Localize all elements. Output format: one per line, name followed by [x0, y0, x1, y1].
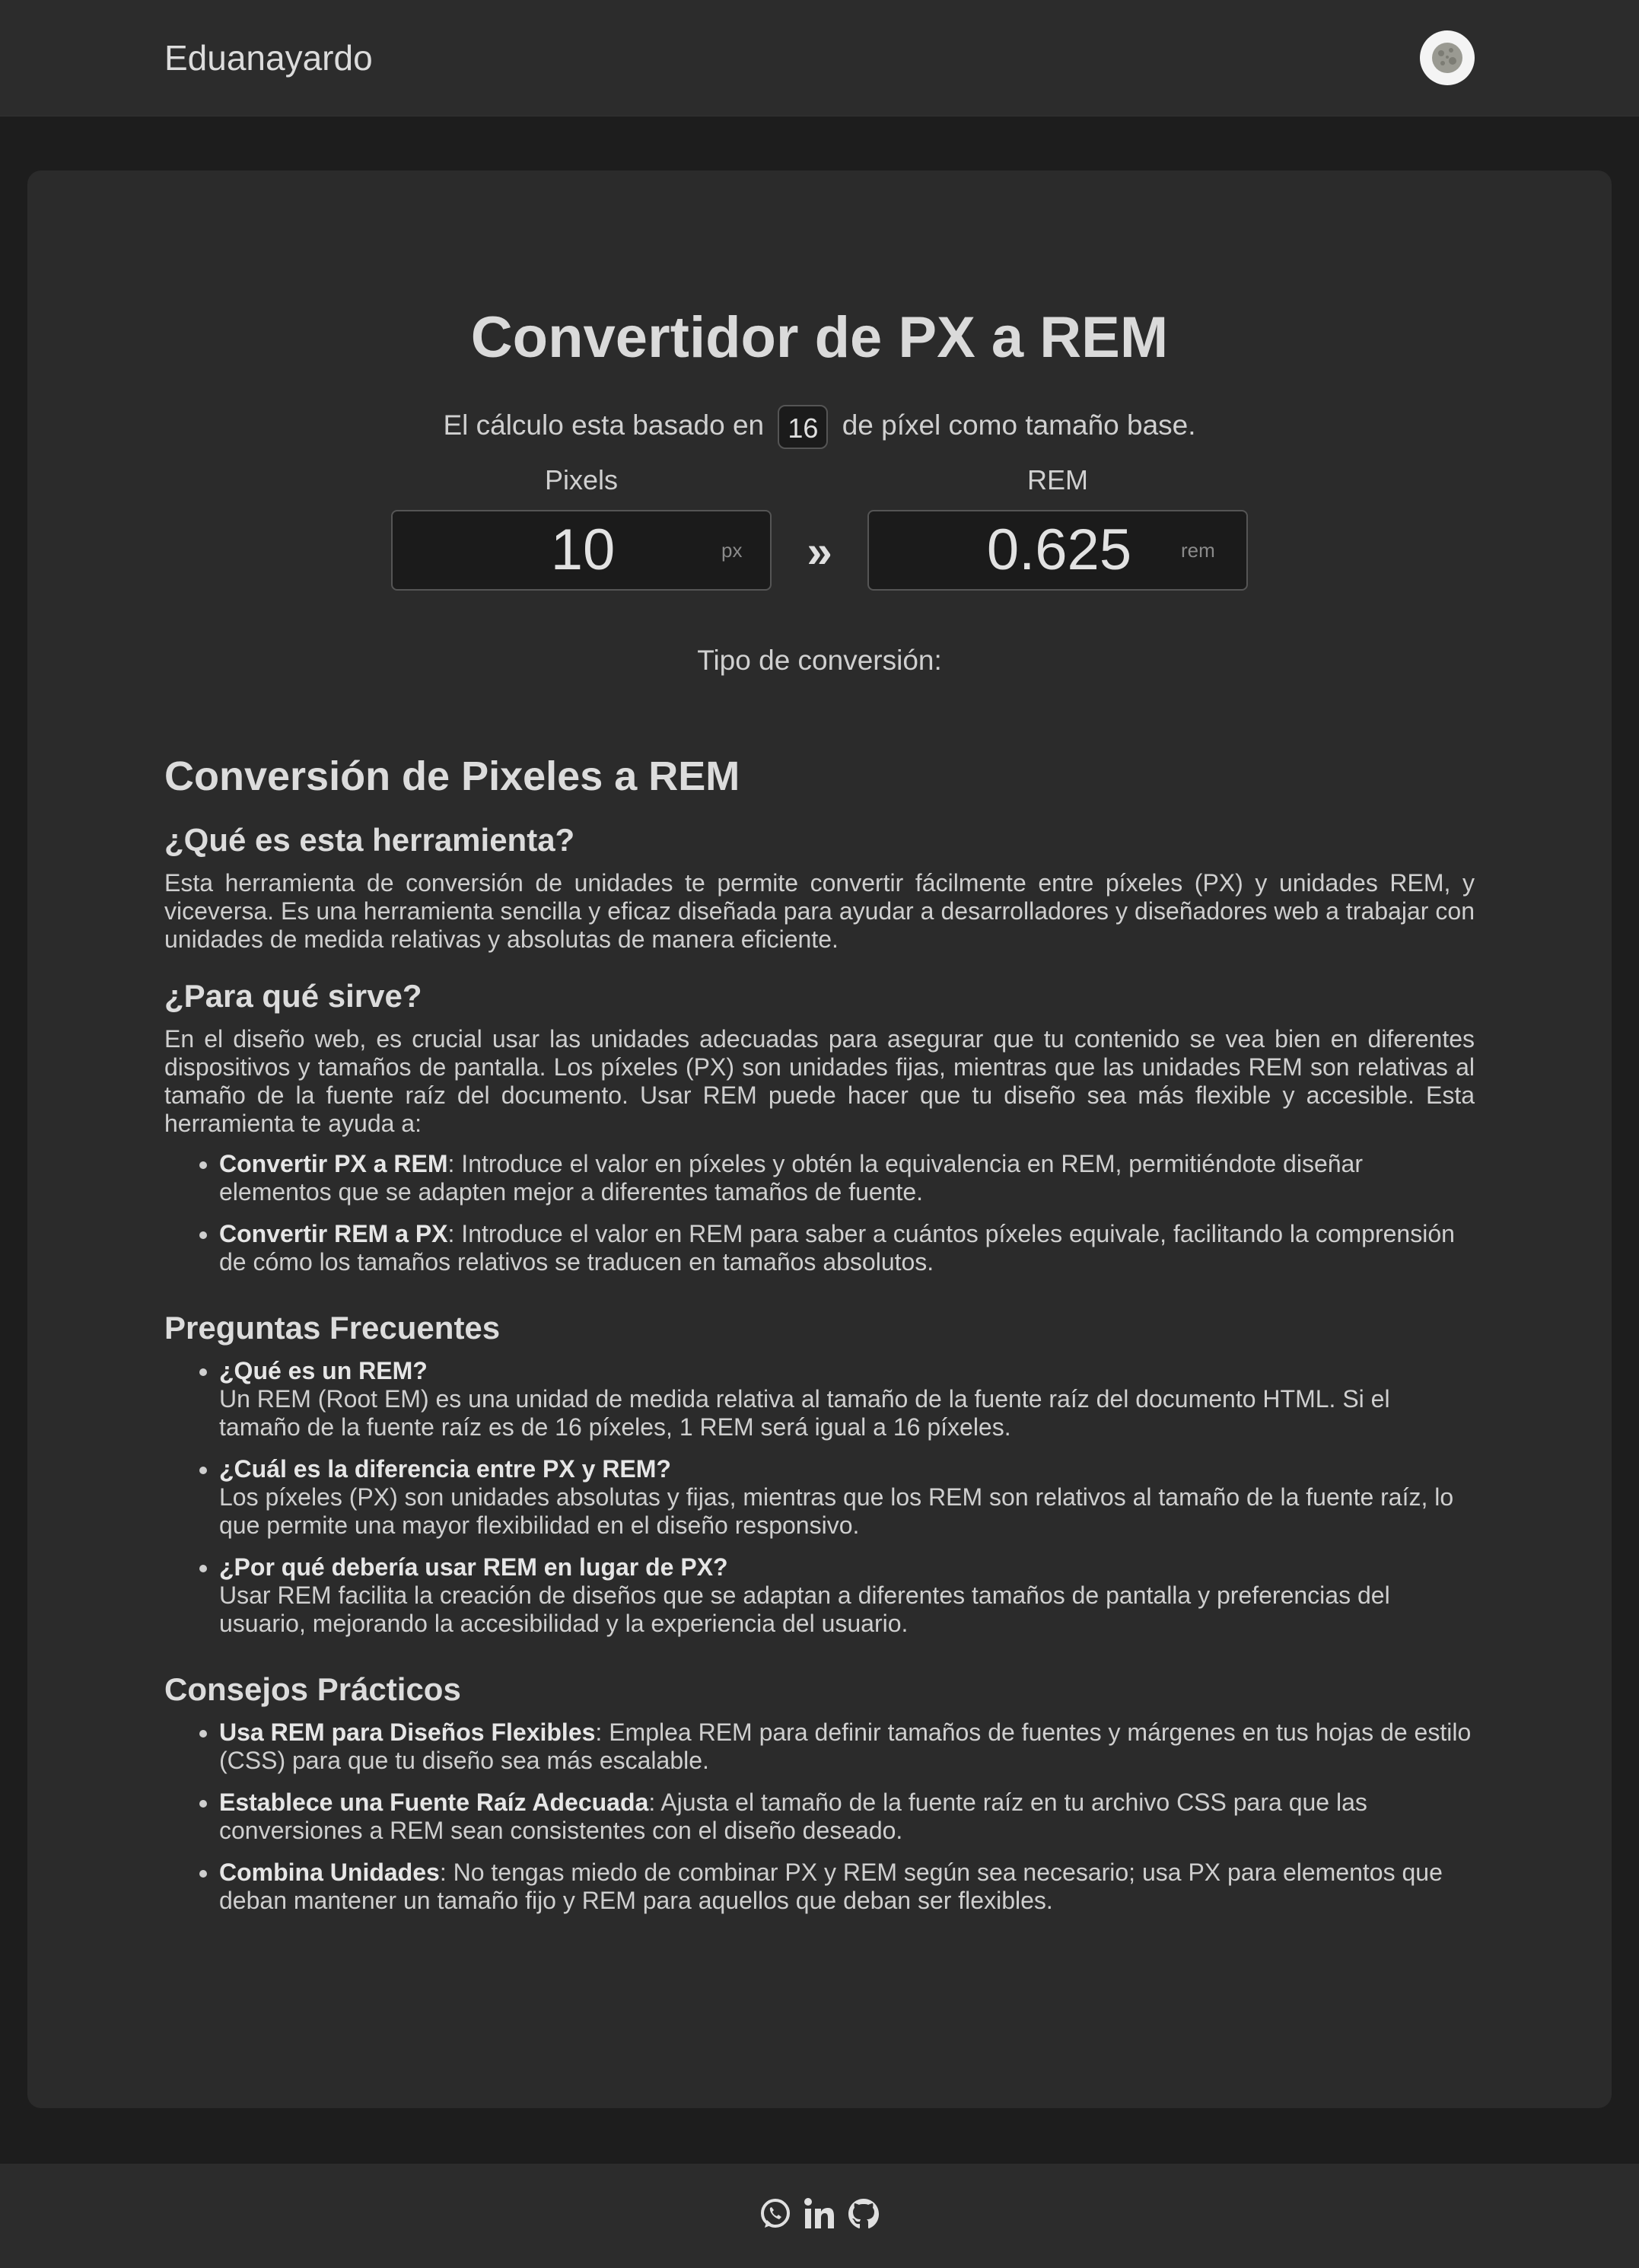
conversion-type-label: Tipo de conversión: — [697, 645, 942, 676]
moon-icon — [1432, 43, 1462, 73]
article-content: Conversión de Pixeles a REM ¿Qué es esta… — [164, 746, 1475, 1929]
brand-logo-text[interactable]: Eduanayardo — [164, 35, 373, 81]
faq-item: ¿Cuál es la diferencia entre PX y REM?Lo… — [219, 1455, 1475, 1540]
faq-answer: Usar REM facilita la creación de diseños… — [219, 1582, 1390, 1637]
pixels-input-value: 10 — [550, 518, 616, 582]
faq-list: ¿Qué es un REM?Un REM (Root EM) es una u… — [164, 1357, 1475, 1638]
tips-heading: Consejos Prácticos — [164, 1671, 461, 1707]
faq-question: ¿Por qué debería usar REM en lugar de PX… — [219, 1553, 728, 1581]
base-size-line: El cálculo esta basado en 16 de píxel co… — [0, 402, 1639, 450]
list-item: Convertir PX a REM: Introduce el valor e… — [219, 1150, 1475, 1206]
faq-question: ¿Cuál es la diferencia entre PX y REM? — [219, 1455, 671, 1483]
faq-question: ¿Qué es un REM? — [219, 1357, 428, 1384]
list-item-bold: Convertir REM a PX — [219, 1220, 448, 1247]
double-chevron-right-icon: » — [807, 526, 832, 577]
list-item: Usa REM para Diseños Flexibles: Emplea R… — [219, 1719, 1475, 1775]
rem-label: REM — [1027, 464, 1088, 495]
github-icon[interactable] — [846, 2196, 881, 2231]
purpose-paragraph: En el diseño web, es crucial usar las un… — [164, 1025, 1475, 1137]
faq-answer: Un REM (Root EM) es una unidad de medida… — [219, 1385, 1390, 1441]
list-item-bold: Combina Unidades — [219, 1859, 440, 1886]
tips-list: Usa REM para Diseños Flexibles: Emplea R… — [164, 1719, 1475, 1915]
base-size-suffix: de píxel como tamaño base. — [842, 409, 1196, 441]
list-item-bold: Establece una Fuente Raíz Adecuada — [219, 1789, 649, 1816]
article-title: Conversión de Pixeles a REM — [164, 753, 740, 799]
list-item-bold: Usa REM para Diseños Flexibles — [219, 1719, 596, 1746]
what-paragraph: Esta herramienta de conversión de unidad… — [164, 869, 1475, 953]
linkedin-icon[interactable] — [802, 2196, 837, 2231]
purpose-heading: ¿Para qué sirve? — [164, 978, 422, 1014]
rem-unit-label: rem — [1181, 539, 1215, 562]
pixels-input[interactable]: 10 px — [391, 510, 772, 591]
purpose-list: Convertir PX a REM: Introduce el valor e… — [164, 1150, 1475, 1276]
faq-item: ¿Por qué debería usar REM en lugar de PX… — [219, 1553, 1475, 1638]
list-item: Establece una Fuente Raíz Adecuada: Ajus… — [219, 1789, 1475, 1845]
px-unit-label: px — [721, 539, 743, 562]
list-item: Combina Unidades: No tengas miedo de com… — [219, 1859, 1475, 1915]
faq-heading: Preguntas Frecuentes — [164, 1310, 501, 1346]
theme-toggle-button[interactable] — [1420, 30, 1475, 85]
what-heading: ¿Qué es esta herramienta? — [164, 822, 575, 858]
base-size-input[interactable]: 16 — [778, 405, 829, 450]
pixels-label: Pixels — [544, 464, 619, 495]
list-item-bold: Convertir PX a REM — [219, 1150, 448, 1177]
faq-answer: Los píxeles (PX) son unidades absolutas … — [219, 1483, 1454, 1539]
rem-input[interactable]: 0.625 rem — [867, 510, 1248, 591]
page-title: Convertidor de PX a REM — [470, 305, 1169, 370]
whatsapp-icon[interactable] — [758, 2196, 793, 2231]
list-item: Convertir REM a PX: Introduce el valor e… — [219, 1220, 1475, 1276]
faq-item: ¿Qué es un REM?Un REM (Root EM) es una u… — [219, 1357, 1475, 1441]
base-size-prefix: El cálculo esta basado en — [443, 409, 765, 441]
